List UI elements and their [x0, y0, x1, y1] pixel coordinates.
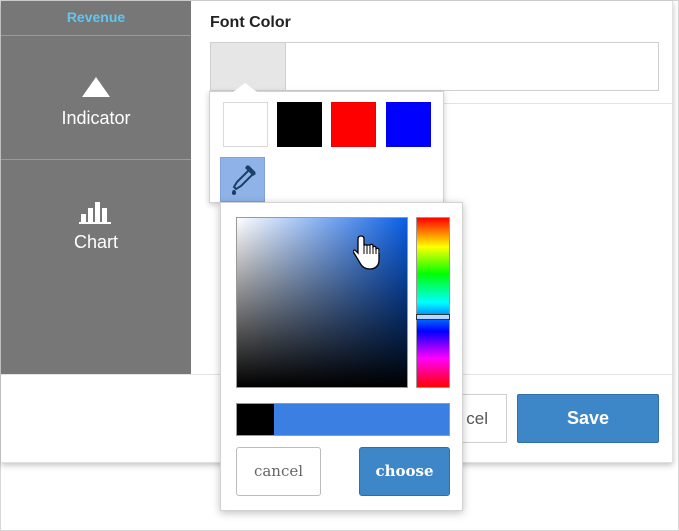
sidebar-item-label: Revenue	[66, 9, 126, 25]
sidebar-item-chart[interactable]: Chart	[1, 160, 191, 374]
bar-chart-icon	[1, 198, 191, 224]
swatch-red[interactable]	[331, 102, 376, 147]
color-swatch-popup	[209, 91, 444, 203]
sidebar-item-indicator[interactable]: Indicator	[1, 36, 191, 160]
swatch-blue[interactable]	[386, 102, 431, 147]
picker-cancel-button[interactable]: cancel	[236, 447, 321, 496]
triangle-icon	[1, 76, 191, 98]
swatch-black[interactable]	[277, 102, 322, 147]
hue-slider[interactable]	[416, 217, 450, 388]
sidebar-item-revenue[interactable]: Revenue	[1, 1, 191, 36]
color-preview	[236, 403, 450, 436]
window-frame: Revenue Indicator Chart Font Color cel S…	[0, 0, 679, 531]
sidebar-item-label: Indicator	[61, 108, 131, 128]
swatch-white[interactable]	[223, 102, 268, 147]
save-button[interactable]: Save	[517, 394, 659, 443]
divider	[444, 103, 672, 104]
sidebar: Revenue Indicator Chart	[1, 1, 191, 374]
eyedropper-icon	[231, 165, 256, 195]
font-color-label: Font Color	[210, 14, 291, 31]
color-picker-popup: cancel choose	[220, 202, 463, 511]
previous-color-preview	[237, 404, 274, 435]
eyedropper-button[interactable]	[220, 157, 265, 202]
hand-cursor-icon	[352, 234, 383, 272]
picker-choose-button[interactable]: choose	[359, 447, 450, 496]
sidebar-item-label: Chart	[73, 232, 118, 252]
font-color-input[interactable]	[285, 42, 659, 91]
hue-slider-handle[interactable]	[416, 314, 450, 320]
popup-arrow	[233, 83, 257, 92]
